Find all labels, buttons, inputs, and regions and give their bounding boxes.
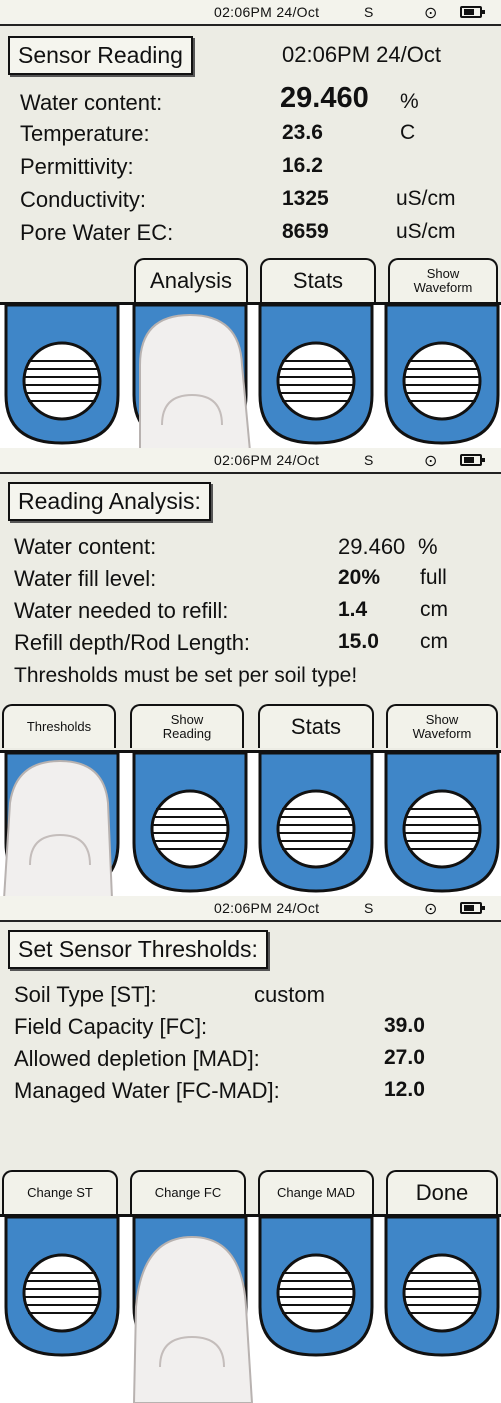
unit-water-fill-level: full bbox=[420, 566, 447, 589]
show-waveform-label-1: Show bbox=[426, 266, 460, 282]
done-softkey-label: Done bbox=[415, 1180, 469, 1206]
unit-water-content: % bbox=[418, 534, 438, 559]
show-waveform-softkey[interactable]: Show Waveform bbox=[388, 258, 498, 302]
thresholds-softkey[interactable]: Thresholds bbox=[2, 704, 116, 748]
target-icon: ⊙ bbox=[424, 901, 438, 918]
threshold-note: Thresholds must be set per soil type! bbox=[14, 664, 358, 687]
hardware-button-3[interactable] bbox=[258, 1217, 374, 1357]
finger-pressing-icon bbox=[139, 313, 252, 451]
status-time: 02:06PM 24/Oct bbox=[214, 452, 320, 468]
show-waveform-label-1: Show bbox=[425, 712, 459, 728]
page-title: Sensor Reading bbox=[8, 36, 193, 75]
show-reading-label-1: Show bbox=[170, 712, 204, 728]
label-field-capacity: Field Capacity [FC]: bbox=[14, 1014, 208, 1039]
label-soil-type: Soil Type [ST]: bbox=[14, 982, 157, 1007]
hardware-button-3[interactable] bbox=[258, 753, 374, 893]
value-field-capacity: 39.0 bbox=[384, 1014, 425, 1037]
status-bar: 02:06PM 24/Oct S ⊙ bbox=[0, 0, 501, 26]
show-reading-softkey[interactable]: Show Reading bbox=[130, 704, 244, 748]
target-icon: ⊙ bbox=[424, 5, 438, 22]
value-pore-water-ec: 8659 bbox=[282, 220, 329, 243]
change-st-label: Change ST bbox=[27, 1185, 93, 1201]
hardware-button-3[interactable] bbox=[258, 305, 374, 445]
hardware-button-4[interactable] bbox=[384, 1217, 500, 1357]
target-icon: ⊙ bbox=[424, 453, 438, 470]
value-allowed-depletion: 27.0 bbox=[384, 1046, 425, 1069]
finger-pressing-icon bbox=[132, 1235, 254, 1403]
show-reading-label-2: Reading bbox=[162, 726, 212, 741]
stats-softkey-label: Stats bbox=[290, 714, 342, 740]
status-s-indicator: S bbox=[364, 900, 374, 916]
status-s-indicator: S bbox=[364, 452, 374, 468]
hardware-button-panel-2 bbox=[0, 750, 501, 899]
hardware-button-panel-3 bbox=[0, 1214, 501, 1403]
value-water-needed: 1.4 bbox=[338, 598, 368, 621]
unit-pore-water-ec: uS/cm bbox=[396, 220, 456, 243]
analysis-softkey[interactable]: Analysis bbox=[134, 258, 248, 302]
hardware-button-4[interactable] bbox=[384, 753, 500, 893]
value-water-content: 29.460 bbox=[338, 534, 406, 559]
battery-icon bbox=[460, 902, 485, 914]
label-temperature: Temperature: bbox=[20, 121, 150, 146]
change-mad-softkey[interactable]: Change MAD bbox=[258, 1170, 374, 1214]
status-bar: 02:06PM 24/Oct S ⊙ bbox=[0, 448, 501, 474]
change-mad-label: Change MAD bbox=[276, 1185, 356, 1201]
unit-water-content: % bbox=[400, 90, 419, 113]
change-fc-label: Change FC bbox=[154, 1185, 222, 1201]
header-time: 02:06PM 24/Oct bbox=[282, 42, 441, 67]
label-water-content: Water content: bbox=[14, 534, 157, 559]
value-permittivity: 16.2 bbox=[282, 154, 323, 177]
hardware-button-2[interactable] bbox=[132, 753, 248, 893]
value-water-content: 29.460 bbox=[280, 82, 369, 114]
value-temperature: 23.6 bbox=[282, 121, 323, 144]
change-fc-softkey[interactable]: Change FC bbox=[130, 1170, 246, 1214]
label-water-needed: Water needed to refill: bbox=[14, 598, 229, 623]
battery-icon bbox=[460, 454, 485, 466]
label-permittivity: Permittivity: bbox=[20, 154, 134, 179]
unit-temperature: C bbox=[400, 121, 416, 144]
thresholds-softkey-label: Thresholds bbox=[26, 719, 92, 735]
status-s-indicator: S bbox=[364, 4, 374, 20]
hardware-button-panel-1 bbox=[0, 302, 501, 451]
value-soil-type: custom bbox=[254, 982, 325, 1007]
screen-reading-analysis: 02:06PM 24/Oct S ⊙ Reading Analysis: Wat… bbox=[0, 448, 501, 750]
finger-pressing-icon bbox=[2, 759, 114, 899]
label-water-fill-level: Water fill level: bbox=[14, 566, 157, 591]
stats-softkey[interactable]: Stats bbox=[260, 258, 376, 302]
show-waveform-label-2: Waveform bbox=[412, 726, 472, 741]
status-time: 02:06PM 24/Oct bbox=[214, 4, 320, 20]
stats-softkey-label: Stats bbox=[292, 268, 344, 294]
page-title: Reading Analysis: bbox=[8, 482, 211, 521]
label-managed-water: Managed Water [FC-MAD]: bbox=[14, 1078, 280, 1103]
label-conductivity: Conductivity: bbox=[20, 187, 146, 212]
hardware-button-4[interactable] bbox=[384, 305, 500, 445]
change-st-softkey[interactable]: Change ST bbox=[2, 1170, 118, 1214]
screen-set-sensor-thresholds: 02:06PM 24/Oct S ⊙ Set Sensor Thresholds… bbox=[0, 896, 501, 1214]
analysis-softkey-label: Analysis bbox=[150, 268, 232, 294]
label-refill-depth: Refill depth/Rod Length: bbox=[14, 630, 251, 655]
status-bar: 02:06PM 24/Oct S ⊙ bbox=[0, 896, 501, 922]
label-pore-water-ec: Pore Water EC: bbox=[20, 220, 174, 245]
value-managed-water: 12.0 bbox=[384, 1078, 425, 1101]
show-waveform-label-2: Waveform bbox=[413, 280, 473, 295]
label-water-content: Water content: bbox=[20, 90, 163, 115]
value-conductivity: 1325 bbox=[282, 187, 329, 210]
done-softkey[interactable]: Done bbox=[386, 1170, 498, 1214]
page-title: Set Sensor Thresholds: bbox=[8, 930, 268, 969]
show-waveform-softkey[interactable]: Show Waveform bbox=[386, 704, 498, 748]
hardware-button-1[interactable] bbox=[4, 1217, 120, 1357]
battery-icon bbox=[460, 6, 485, 18]
label-allowed-depletion: Allowed depletion [MAD]: bbox=[14, 1046, 260, 1071]
status-time: 02:06PM 24/Oct bbox=[214, 900, 320, 916]
hardware-button-1[interactable] bbox=[4, 305, 120, 445]
value-refill-depth: 15.0 bbox=[338, 630, 379, 653]
unit-refill-depth: cm bbox=[420, 630, 448, 653]
value-water-fill-level: 20% bbox=[338, 566, 381, 589]
unit-water-needed: cm bbox=[420, 598, 448, 621]
unit-conductivity: uS/cm bbox=[396, 187, 456, 210]
screen-sensor-reading: 02:06PM 24/Oct S ⊙ Sensor Reading 02:06P… bbox=[0, 0, 501, 302]
stats-softkey[interactable]: Stats bbox=[258, 704, 374, 748]
